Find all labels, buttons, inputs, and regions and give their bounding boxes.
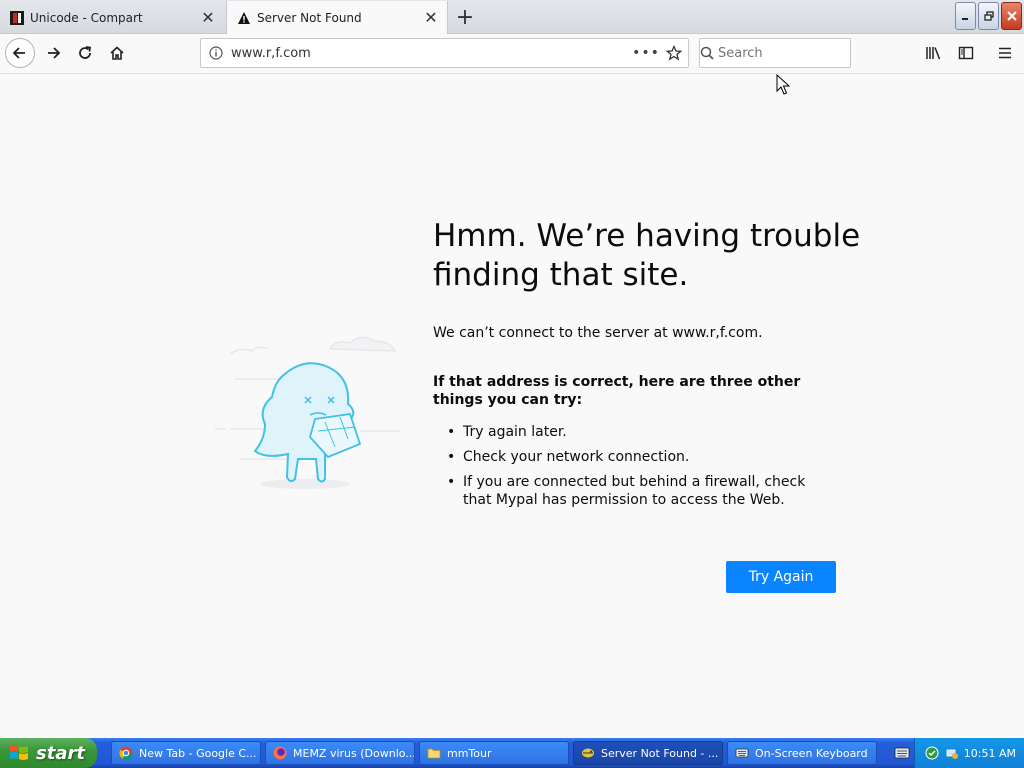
page-title: Hmm. We’re having trouble finding that s…	[433, 218, 861, 293]
taskbar-item-mypal[interactable]: Server Not Found - ...	[573, 741, 723, 765]
suggestions-list: Try again later. Check your network conn…	[447, 423, 827, 516]
search-icon	[700, 46, 714, 60]
network-icon[interactable]	[944, 745, 960, 761]
search-input[interactable]	[718, 45, 888, 61]
close-window-button[interactable]	[1001, 2, 1022, 30]
new-tab-button[interactable]: +	[452, 4, 478, 30]
tab-label: Server Not Found	[257, 10, 362, 25]
start-button[interactable]: start	[0, 738, 97, 768]
tab-bar: Unicode - Compart ✕ Server Not Found ✕ +	[0, 0, 1024, 34]
warning-icon	[237, 11, 251, 25]
suggestions-heading: If that address is correct, here are thr…	[433, 374, 801, 408]
taskbar-item-label: Server Not Found - ...	[601, 746, 719, 760]
taskbar-item-label: mmTour	[447, 746, 492, 760]
reload-icon	[79, 46, 92, 59]
tab-server-not-found[interactable]: Server Not Found ✕	[226, 1, 448, 34]
page-actions-icon[interactable]: •••	[632, 45, 660, 61]
sidebar-icon	[958, 46, 974, 60]
suggestion-item: Try again later.	[447, 423, 827, 441]
folder-icon	[426, 745, 442, 761]
restore-button[interactable]	[978, 2, 999, 30]
tray-keyboard-icon[interactable]	[892, 743, 912, 763]
taskbar-item-firefox[interactable]: MEMZ virus (Downlo...	[265, 741, 415, 765]
tab-unicode-compart[interactable]: Unicode - Compart ✕	[0, 2, 224, 33]
url-input[interactable]	[231, 45, 632, 61]
taskbar-item-chrome[interactable]: New Tab - Google C...	[111, 741, 261, 765]
taskbar: start New Tab - Google C... MEMZ virus (…	[0, 738, 1024, 768]
home-button[interactable]	[102, 38, 132, 68]
chrome-icon	[118, 745, 134, 761]
minimize-button[interactable]	[955, 2, 976, 30]
start-label: start	[36, 742, 85, 764]
tab-label: Unicode - Compart	[30, 10, 143, 25]
menu-button[interactable]	[990, 38, 1020, 68]
mypal-icon	[580, 745, 596, 761]
navigation-toolbar: •••	[0, 34, 1024, 74]
forward-arrow-icon	[48, 47, 61, 59]
suggestion-item: If you are connected but behind a firewa…	[447, 473, 827, 509]
bookmark-star-icon[interactable]	[660, 45, 688, 61]
shield-icon[interactable]	[924, 745, 940, 761]
close-tab-icon[interactable]: ✕	[198, 8, 218, 28]
sad-illustration	[215, 336, 400, 489]
sidebar-button[interactable]	[951, 38, 981, 68]
back-button[interactable]	[5, 38, 35, 68]
try-again-button[interactable]: Try Again	[726, 561, 836, 593]
back-arrow-icon	[12, 47, 25, 59]
reload-button[interactable]	[70, 38, 100, 68]
window-controls	[955, 2, 1022, 30]
taskbar-item-folder[interactable]: mmTour	[419, 741, 569, 765]
compart-favicon-icon	[10, 10, 24, 25]
mouse-cursor-icon	[776, 74, 790, 95]
clock: 10:51 AM	[963, 746, 1016, 760]
hamburger-menu-icon	[999, 47, 1011, 59]
system-tray: 10:51 AM	[914, 738, 1024, 768]
keyboard-icon	[734, 745, 750, 761]
error-description: We can’t connect to the server at www.r,…	[433, 325, 763, 341]
home-icon	[110, 46, 124, 60]
url-bar[interactable]: •••	[200, 38, 689, 68]
library-button[interactable]	[919, 38, 949, 68]
search-bar[interactable]	[699, 38, 888, 68]
library-icon	[926, 47, 941, 60]
windows-flag-icon	[10, 745, 28, 760]
close-tab-icon[interactable]: ✕	[421, 8, 441, 28]
forward-button[interactable]	[38, 38, 68, 68]
error-page: Hmm. We’re having trouble finding that s…	[0, 74, 1024, 738]
taskbar-item-label: New Tab - Google C...	[139, 746, 257, 760]
taskbar-item-keyboard[interactable]: On-Screen Keyboard	[727, 741, 877, 765]
firefox-icon	[272, 745, 288, 761]
info-icon[interactable]	[201, 46, 231, 60]
taskbar-item-label: On-Screen Keyboard	[755, 746, 868, 760]
taskbar-item-label: MEMZ virus (Downlo...	[293, 746, 415, 760]
suggestion-item: Check your network connection.	[447, 448, 827, 466]
